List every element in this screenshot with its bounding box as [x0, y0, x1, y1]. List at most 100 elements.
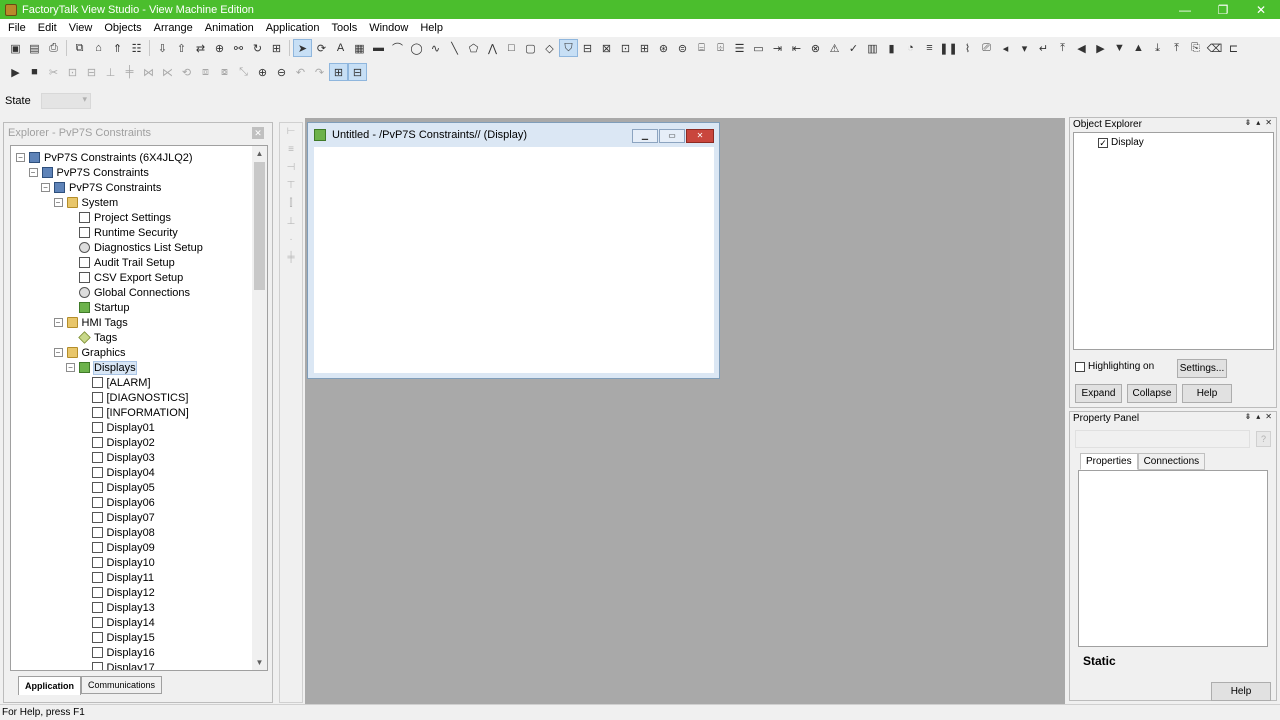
list-icon[interactable]: ☰ — [730, 39, 749, 57]
return-icon[interactable]: ⇤ — [787, 39, 806, 57]
scroll-down-icon[interactable]: ▼ — [252, 655, 267, 670]
panel-icon[interactable]: ▬ — [369, 39, 388, 57]
latched-icon[interactable]: ⊡ — [616, 39, 635, 57]
tree-item[interactable]: Project Settings — [66, 210, 171, 225]
maximize-icon[interactable]: ▴ — [1256, 412, 1260, 421]
zoom-out-icon[interactable]: ⊖ — [272, 63, 291, 81]
move-up-icon[interactable]: ▲ — [1129, 39, 1148, 57]
flip-horizontal-icon[interactable]: ⋈ — [139, 63, 158, 81]
display-maximize-button[interactable]: ▭ — [659, 129, 685, 143]
button-icon[interactable]: ⛉ — [559, 39, 578, 57]
tree-scrollbar[interactable]: ▲ ▼ — [252, 146, 267, 670]
close-button[interactable]: ✕ — [1242, 0, 1280, 19]
next-icon[interactable]: ▶ — [1091, 39, 1110, 57]
menu-application[interactable]: Application — [260, 19, 326, 37]
tree-item[interactable]: Display05 — [79, 480, 155, 495]
tab-properties[interactable]: Properties — [1080, 453, 1138, 470]
tree-item[interactable]: Display14 — [79, 615, 155, 630]
highlighting-checkbox[interactable] — [1075, 361, 1085, 372]
open-icon[interactable]: ⌂ — [89, 39, 108, 57]
save-icon[interactable]: ▤ — [25, 39, 44, 57]
tree-item[interactable]: Display04 — [79, 465, 155, 480]
scroll-thumb[interactable] — [254, 162, 265, 290]
object-help-button[interactable]: Help — [1182, 384, 1232, 403]
tree-item[interactable]: − System — [53, 195, 118, 210]
tree-item[interactable]: Display02 — [79, 435, 155, 450]
print-icon[interactable]: ⎙ — [44, 39, 63, 57]
align-icon[interactable]: ⊥ — [101, 63, 120, 81]
table-icon[interactable]: ▥ — [863, 39, 882, 57]
center-icon[interactable]: · — [280, 231, 302, 249]
tab-communications[interactable]: Communications — [81, 676, 163, 694]
transfer-icon[interactable]: ⇄ — [191, 39, 210, 57]
restore-button[interactable]: ❐ — [1204, 0, 1242, 19]
collapse-toggle-icon[interactable]: − — [66, 363, 75, 372]
goto-icon[interactable]: ⇥ — [768, 39, 787, 57]
menu-objects[interactable]: Objects — [98, 19, 147, 37]
print-screen-icon[interactable]: ⎚ — [977, 39, 996, 57]
zoom-in-icon[interactable]: ⊕ — [253, 63, 272, 81]
display-minimize-button[interactable]: ▁ — [632, 129, 658, 143]
import-icon[interactable]: ⇑ — [108, 39, 127, 57]
collapse-toggle-icon[interactable]: − — [53, 348, 63, 357]
alarm-icon[interactable]: ⚠ — [825, 39, 844, 57]
menu-view[interactable]: View — [63, 19, 99, 37]
align-top-icon[interactable]: ⊤ — [280, 177, 302, 195]
tree-item[interactable]: − PvP7S Constraints — [41, 180, 161, 195]
scroll-up-icon[interactable]: ▲ — [252, 146, 267, 161]
maximize-icon[interactable]: ▴ — [1256, 118, 1260, 127]
align-left-icon[interactable]: ⊢ — [280, 123, 302, 141]
menu-tools[interactable]: Tools — [326, 19, 364, 37]
last-icon[interactable]: ⊏ — [1224, 39, 1243, 57]
align-center-icon[interactable]: ≡ — [280, 141, 302, 159]
tree-item[interactable]: − HMI Tags — [53, 315, 128, 330]
align-bottom-icon[interactable]: ⊥ — [280, 213, 302, 231]
home-icon[interactable]: ⤒ — [1053, 39, 1072, 57]
expand-button[interactable]: Expand — [1075, 384, 1122, 403]
stop-icon[interactable]: ■ — [25, 63, 44, 81]
object-tree[interactable]: ✓ Display — [1073, 132, 1274, 350]
minimize-button[interactable]: — — [1166, 0, 1204, 19]
move-down-icon[interactable]: ▼ — [1110, 39, 1129, 57]
group-icon[interactable]: ⊡ — [63, 63, 82, 81]
trend-icon[interactable]: ⌇ — [958, 39, 977, 57]
tab-connections[interactable]: Connections — [1137, 453, 1206, 470]
tree-item[interactable]: Diagnostics List Setup — [66, 240, 203, 255]
left-icon[interactable]: ◂ — [996, 39, 1015, 57]
top-icon[interactable]: ⤒ — [1167, 39, 1186, 57]
display-close-button[interactable]: ✕ — [686, 129, 714, 143]
tree-item[interactable]: Display11 — [79, 570, 154, 585]
tree-item[interactable]: − Displays — [66, 360, 137, 375]
collapse-toggle-icon[interactable]: − — [41, 183, 50, 192]
binoculars-icon[interactable]: ⚯ — [229, 39, 248, 57]
tree-item[interactable]: [DIAGNOSTICS] — [79, 390, 188, 405]
page-icon[interactable]: ⎘ — [1186, 39, 1205, 57]
menu-file[interactable]: File — [2, 19, 32, 37]
property-grid[interactable] — [1078, 470, 1268, 647]
menu-help[interactable]: Help — [414, 19, 449, 37]
pause-icon[interactable]: ❚❚ — [939, 39, 958, 57]
display-canvas[interactable] — [314, 147, 714, 373]
collapse-toggle-icon[interactable]: − — [28, 168, 38, 177]
tree-item[interactable]: Display08 — [79, 525, 155, 540]
backspace-icon[interactable]: ⌫ — [1205, 39, 1224, 57]
tree-item[interactable]: Display15 — [79, 630, 155, 645]
tree-item[interactable]: [INFORMATION] — [79, 405, 189, 420]
upload-icon[interactable]: ⇧ — [172, 39, 191, 57]
prev-icon[interactable]: ◀ — [1072, 39, 1091, 57]
polygon-icon[interactable]: ⬠ — [464, 39, 483, 57]
distribute-icon[interactable]: ╪ — [120, 63, 139, 81]
end-icon[interactable]: ⤓ — [1148, 39, 1167, 57]
down-icon[interactable]: ▾ — [1015, 39, 1034, 57]
enter-icon[interactable]: ↵ — [1034, 39, 1053, 57]
tree-item[interactable]: Display16 — [79, 645, 155, 660]
redo-icon[interactable]: ↷ — [310, 63, 329, 81]
rotate-left-icon[interactable]: ⟲ — [177, 63, 196, 81]
collapse-toggle-icon[interactable]: − — [53, 318, 63, 327]
pin-icon[interactable]: ⇟ — [1245, 412, 1252, 421]
ungroup-icon[interactable]: ⊟ — [82, 63, 101, 81]
tree-item[interactable]: Display07 — [79, 510, 155, 525]
display-editor-window[interactable]: Untitled - /PvP7S Constraints// (Display… — [307, 122, 720, 379]
settings-button[interactable]: Settings... — [1177, 359, 1227, 378]
ack-icon[interactable]: ✓ — [844, 39, 863, 57]
